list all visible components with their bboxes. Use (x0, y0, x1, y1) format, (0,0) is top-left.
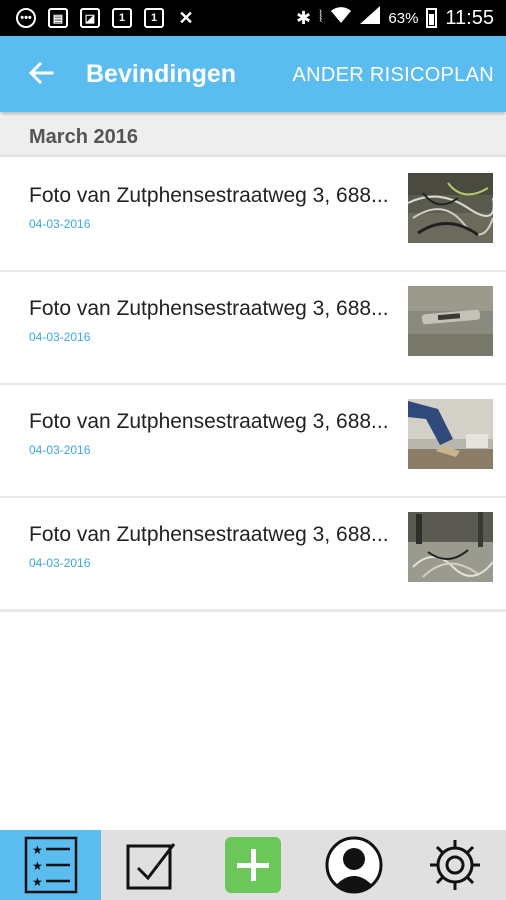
item-title: Foto van Zutphensestraatweg 3, 688... (29, 184, 389, 207)
desk-cables-photo (408, 512, 493, 582)
signal-icon (360, 6, 381, 30)
person-legs-photo (408, 399, 493, 469)
image-icon: ▤ (48, 8, 68, 28)
svg-text:★: ★ (32, 843, 43, 857)
tab-add[interactable] (202, 830, 303, 900)
checklist-icon: ★ ★ ★ (24, 836, 77, 894)
add-icon (224, 837, 281, 893)
battery-icon (426, 8, 438, 28)
tab-tasks[interactable] (101, 830, 202, 900)
svg-text:★: ★ (32, 859, 43, 873)
bluetooth-icon: ✱ (295, 7, 312, 28)
device-photo (408, 286, 493, 356)
section-header: March 2016 (0, 117, 506, 157)
item-title: Foto van Zutphensestraatweg 3, 688... (29, 297, 389, 320)
sim-1-icon: 1 (112, 8, 132, 28)
item-date: 04-03-2016 (29, 556, 91, 570)
vibrate-icon: ⦚ (319, 9, 323, 26)
back-button[interactable] (26, 58, 56, 88)
status-bar: ••• ▤ ◪ 1 1 ✕ ✱ ⦚ 63% 11:55 (0, 0, 506, 36)
chat-icon: ••• (16, 8, 36, 28)
app-bar: Bevindingen ANDER RISICOPLAN (0, 36, 506, 112)
section-header-label: March 2016 (29, 126, 138, 148)
shuffle-icon: ✕ (178, 7, 194, 28)
item-date: 04-03-2016 (29, 330, 91, 344)
tab-checklist[interactable]: ★ ★ ★ (0, 830, 101, 900)
wifi-icon (330, 6, 352, 30)
list-item[interactable]: Foto van Zutphensestraatweg 3, 688... 04… (0, 498, 506, 612)
page-title: Bevindingen (86, 60, 237, 88)
clock: 11:55 (445, 6, 494, 29)
gallery-icon: ◪ (80, 8, 100, 28)
other-risk-plan-button[interactable]: ANDER RISICOPLAN (292, 64, 494, 87)
notification-icons: ••• ▤ ◪ 1 1 ✕ (16, 8, 196, 28)
svg-text:★: ★ (32, 875, 43, 889)
item-title: Foto van Zutphensestraatweg 3, 688... (29, 523, 389, 546)
tab-profile[interactable] (303, 830, 404, 900)
profile-icon (325, 836, 382, 894)
bottom-navigation: ★ ★ ★ (0, 830, 506, 900)
list-item[interactable]: Foto van Zutphensestraatweg 3, 688... 04… (0, 159, 506, 273)
checkbox-icon (126, 843, 175, 890)
settings-icon (429, 840, 480, 890)
item-date: 04-03-2016 (29, 217, 91, 231)
cables-photo (408, 173, 493, 243)
item-date: 04-03-2016 (29, 443, 91, 457)
list-item[interactable]: Foto van Zutphensestraatweg 3, 688... 04… (0, 272, 506, 386)
list-item[interactable]: Foto van Zutphensestraatweg 3, 688... 04… (0, 385, 506, 499)
sim-1-icon: 1 (144, 8, 164, 28)
arrow-left-icon (28, 61, 54, 85)
tab-settings[interactable] (404, 830, 505, 900)
item-title: Foto van Zutphensestraatweg 3, 688... (29, 410, 389, 433)
battery-percent: 63% (388, 9, 419, 27)
